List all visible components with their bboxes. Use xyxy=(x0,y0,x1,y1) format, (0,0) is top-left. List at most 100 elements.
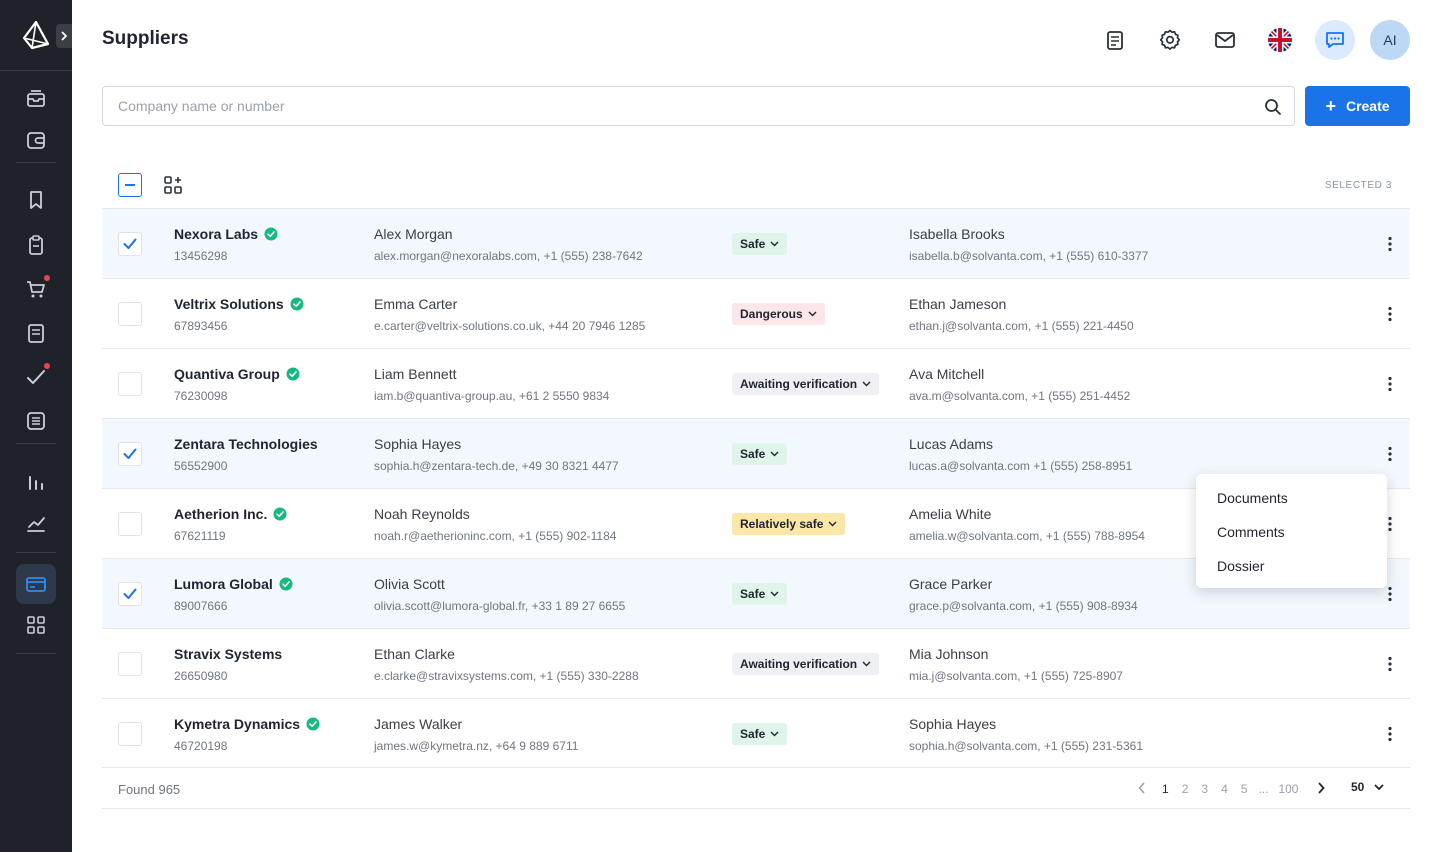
page-100[interactable]: 100 xyxy=(1278,782,1298,796)
status-badge[interactable]: Relatively safe xyxy=(732,513,846,535)
company-name-text: Aetherion Inc. xyxy=(174,506,268,522)
cart-icon[interactable] xyxy=(16,269,56,309)
contact-cell: Liam Bennett iam.b@quantiva-group.au, +61… xyxy=(374,366,609,403)
manager-info: isabella.b@solvanta.com, +1 (555) 610-33… xyxy=(909,249,1149,263)
mail-icon[interactable] xyxy=(1205,20,1245,60)
more-icon[interactable] xyxy=(1382,374,1398,394)
verified-icon xyxy=(290,297,304,311)
contact-name: Liam Bennett xyxy=(374,366,457,382)
notes-icon[interactable] xyxy=(1095,20,1135,60)
page-5[interactable]: 5 xyxy=(1241,782,1248,796)
status-badge[interactable]: Dangerous xyxy=(732,303,825,325)
bookmark-icon[interactable] xyxy=(16,180,56,220)
company-name[interactable]: Nexora Labs xyxy=(174,226,278,242)
menu-item-comments[interactable]: Comments xyxy=(1196,515,1387,549)
company-name-text: Veltrix Solutions xyxy=(174,296,284,312)
chat-icon[interactable] xyxy=(1315,20,1355,60)
company-name[interactable]: Aetherion Inc. xyxy=(174,506,287,522)
row-checkbox[interactable] xyxy=(118,372,142,396)
list-icon[interactable] xyxy=(16,401,56,441)
row-checkbox[interactable] xyxy=(118,512,142,536)
clipboard-icon[interactable] xyxy=(16,225,56,265)
menu-item-dossier[interactable]: Dossier xyxy=(1196,549,1387,583)
gear-icon[interactable] xyxy=(1150,20,1190,60)
prev-page-icon[interactable] xyxy=(1138,781,1146,797)
row-checkbox[interactable] xyxy=(118,582,142,606)
page-3[interactable]: 3 xyxy=(1201,782,1208,796)
page-title: Suppliers xyxy=(102,28,189,49)
avatar[interactable]: AI xyxy=(1370,20,1410,60)
row-checkbox[interactable] xyxy=(118,442,142,466)
uk-flag-icon[interactable] xyxy=(1260,20,1300,60)
check-icon[interactable] xyxy=(16,357,56,397)
table-row[interactable]: Kymetra Dynamics 46720198 James Walker jame… xyxy=(102,698,1410,768)
more-icon[interactable] xyxy=(1382,724,1398,744)
company-name[interactable]: Zentara Technologies xyxy=(174,436,318,452)
sidebar-divider xyxy=(0,70,72,71)
search-input[interactable] xyxy=(103,87,1294,125)
card-icon[interactable] xyxy=(16,564,56,604)
contact-name: Alex Morgan xyxy=(374,226,453,242)
grid-icon[interactable] xyxy=(16,605,56,645)
company-name[interactable]: Stravix Systems xyxy=(174,646,282,662)
notification-dot xyxy=(44,275,50,281)
page-1[interactable]: 1 xyxy=(1162,782,1169,796)
status-badge[interactable]: Awaiting verification xyxy=(732,653,880,675)
document-icon[interactable] xyxy=(16,313,56,353)
per-page-select[interactable]: 50 xyxy=(1351,780,1384,794)
more-icon[interactable] xyxy=(1382,584,1398,604)
more-icon[interactable] xyxy=(1382,234,1398,254)
table-row[interactable]: Quantiva Group 76230098 Liam Bennett iam.b@… xyxy=(102,348,1410,418)
company-name[interactable]: Veltrix Solutions xyxy=(174,296,304,312)
menu-item-documents[interactable]: Documents xyxy=(1196,481,1387,515)
row-checkbox[interactable] xyxy=(118,302,142,326)
more-icon[interactable] xyxy=(1382,444,1398,464)
next-page-icon[interactable] xyxy=(1317,781,1326,797)
contact-cell: Olivia Scott olivia.scott@lumora-global.f… xyxy=(374,576,625,613)
contact-info: iam.b@quantiva-group.au, +61 2 5550 9834 xyxy=(374,389,610,403)
manager-name: Mia Johnson xyxy=(909,646,989,662)
minus-icon xyxy=(125,184,135,186)
company-name[interactable]: Lumora Global xyxy=(174,576,293,592)
logo-icon[interactable] xyxy=(22,20,50,50)
select-all-checkbox[interactable] xyxy=(118,173,142,197)
page-ellipsis: ... xyxy=(1258,782,1269,796)
row-checkbox[interactable] xyxy=(118,232,142,256)
manager-info: lucas.a@solvanta.com +1 (555) 258-8951 xyxy=(909,459,1133,473)
status-badge[interactable]: Awaiting verification xyxy=(732,373,880,395)
search-icon[interactable] xyxy=(1264,98,1282,116)
contact-info: sophia.h@zentara-tech.de, +49 30 8321 44… xyxy=(374,459,619,473)
contact-name: Noah Reynolds xyxy=(374,506,470,522)
page-2[interactable]: 2 xyxy=(1182,782,1189,796)
status-badge[interactable]: Safe xyxy=(732,723,788,745)
company-name-text: Lumora Global xyxy=(174,576,273,592)
table-row[interactable]: Veltrix Solutions 67893456 Emma Carter e.ca… xyxy=(102,278,1410,348)
page-4[interactable]: 4 xyxy=(1221,782,1228,796)
status-badge[interactable]: Safe xyxy=(732,443,788,465)
company-name[interactable]: Kymetra Dynamics xyxy=(174,716,320,732)
columns-settings-icon[interactable] xyxy=(163,175,185,197)
status-badge[interactable]: Safe xyxy=(732,583,788,605)
status-label: Safe xyxy=(740,447,766,461)
manager-cell: Ava Mitchell ava.m@solvanta.com, +1 (555)… xyxy=(909,366,1130,403)
wallet-icon[interactable] xyxy=(16,120,56,160)
inbox-icon[interactable] xyxy=(16,79,56,119)
per-page-value: 50 xyxy=(1351,780,1365,794)
manager-info: ava.m@solvanta.com, +1 (555) 251-4452 xyxy=(909,389,1131,403)
sidebar-divider xyxy=(16,552,56,553)
create-button[interactable]: + Create xyxy=(1305,86,1410,126)
bar-chart-icon[interactable] xyxy=(16,462,56,502)
status-badge[interactable]: Safe xyxy=(732,233,788,255)
sidebar-collapse-button[interactable] xyxy=(56,24,72,48)
table-row[interactable]: Nexora Labs 13456298 Alex Morgan alex.morga… xyxy=(102,208,1410,278)
company-name[interactable]: Quantiva Group xyxy=(174,366,300,382)
trend-chart-icon[interactable] xyxy=(16,503,56,543)
table-row[interactable]: Stravix Systems 26650980 Ethan Clarke e.cla… xyxy=(102,628,1410,698)
more-icon[interactable] xyxy=(1382,304,1398,324)
status-label: Awaiting verification xyxy=(740,377,858,391)
chevron-down-icon xyxy=(862,661,871,667)
row-checkbox[interactable] xyxy=(118,652,142,676)
more-icon[interactable] xyxy=(1382,654,1398,674)
contact-name: Emma Carter xyxy=(374,296,458,312)
row-checkbox[interactable] xyxy=(118,722,142,746)
